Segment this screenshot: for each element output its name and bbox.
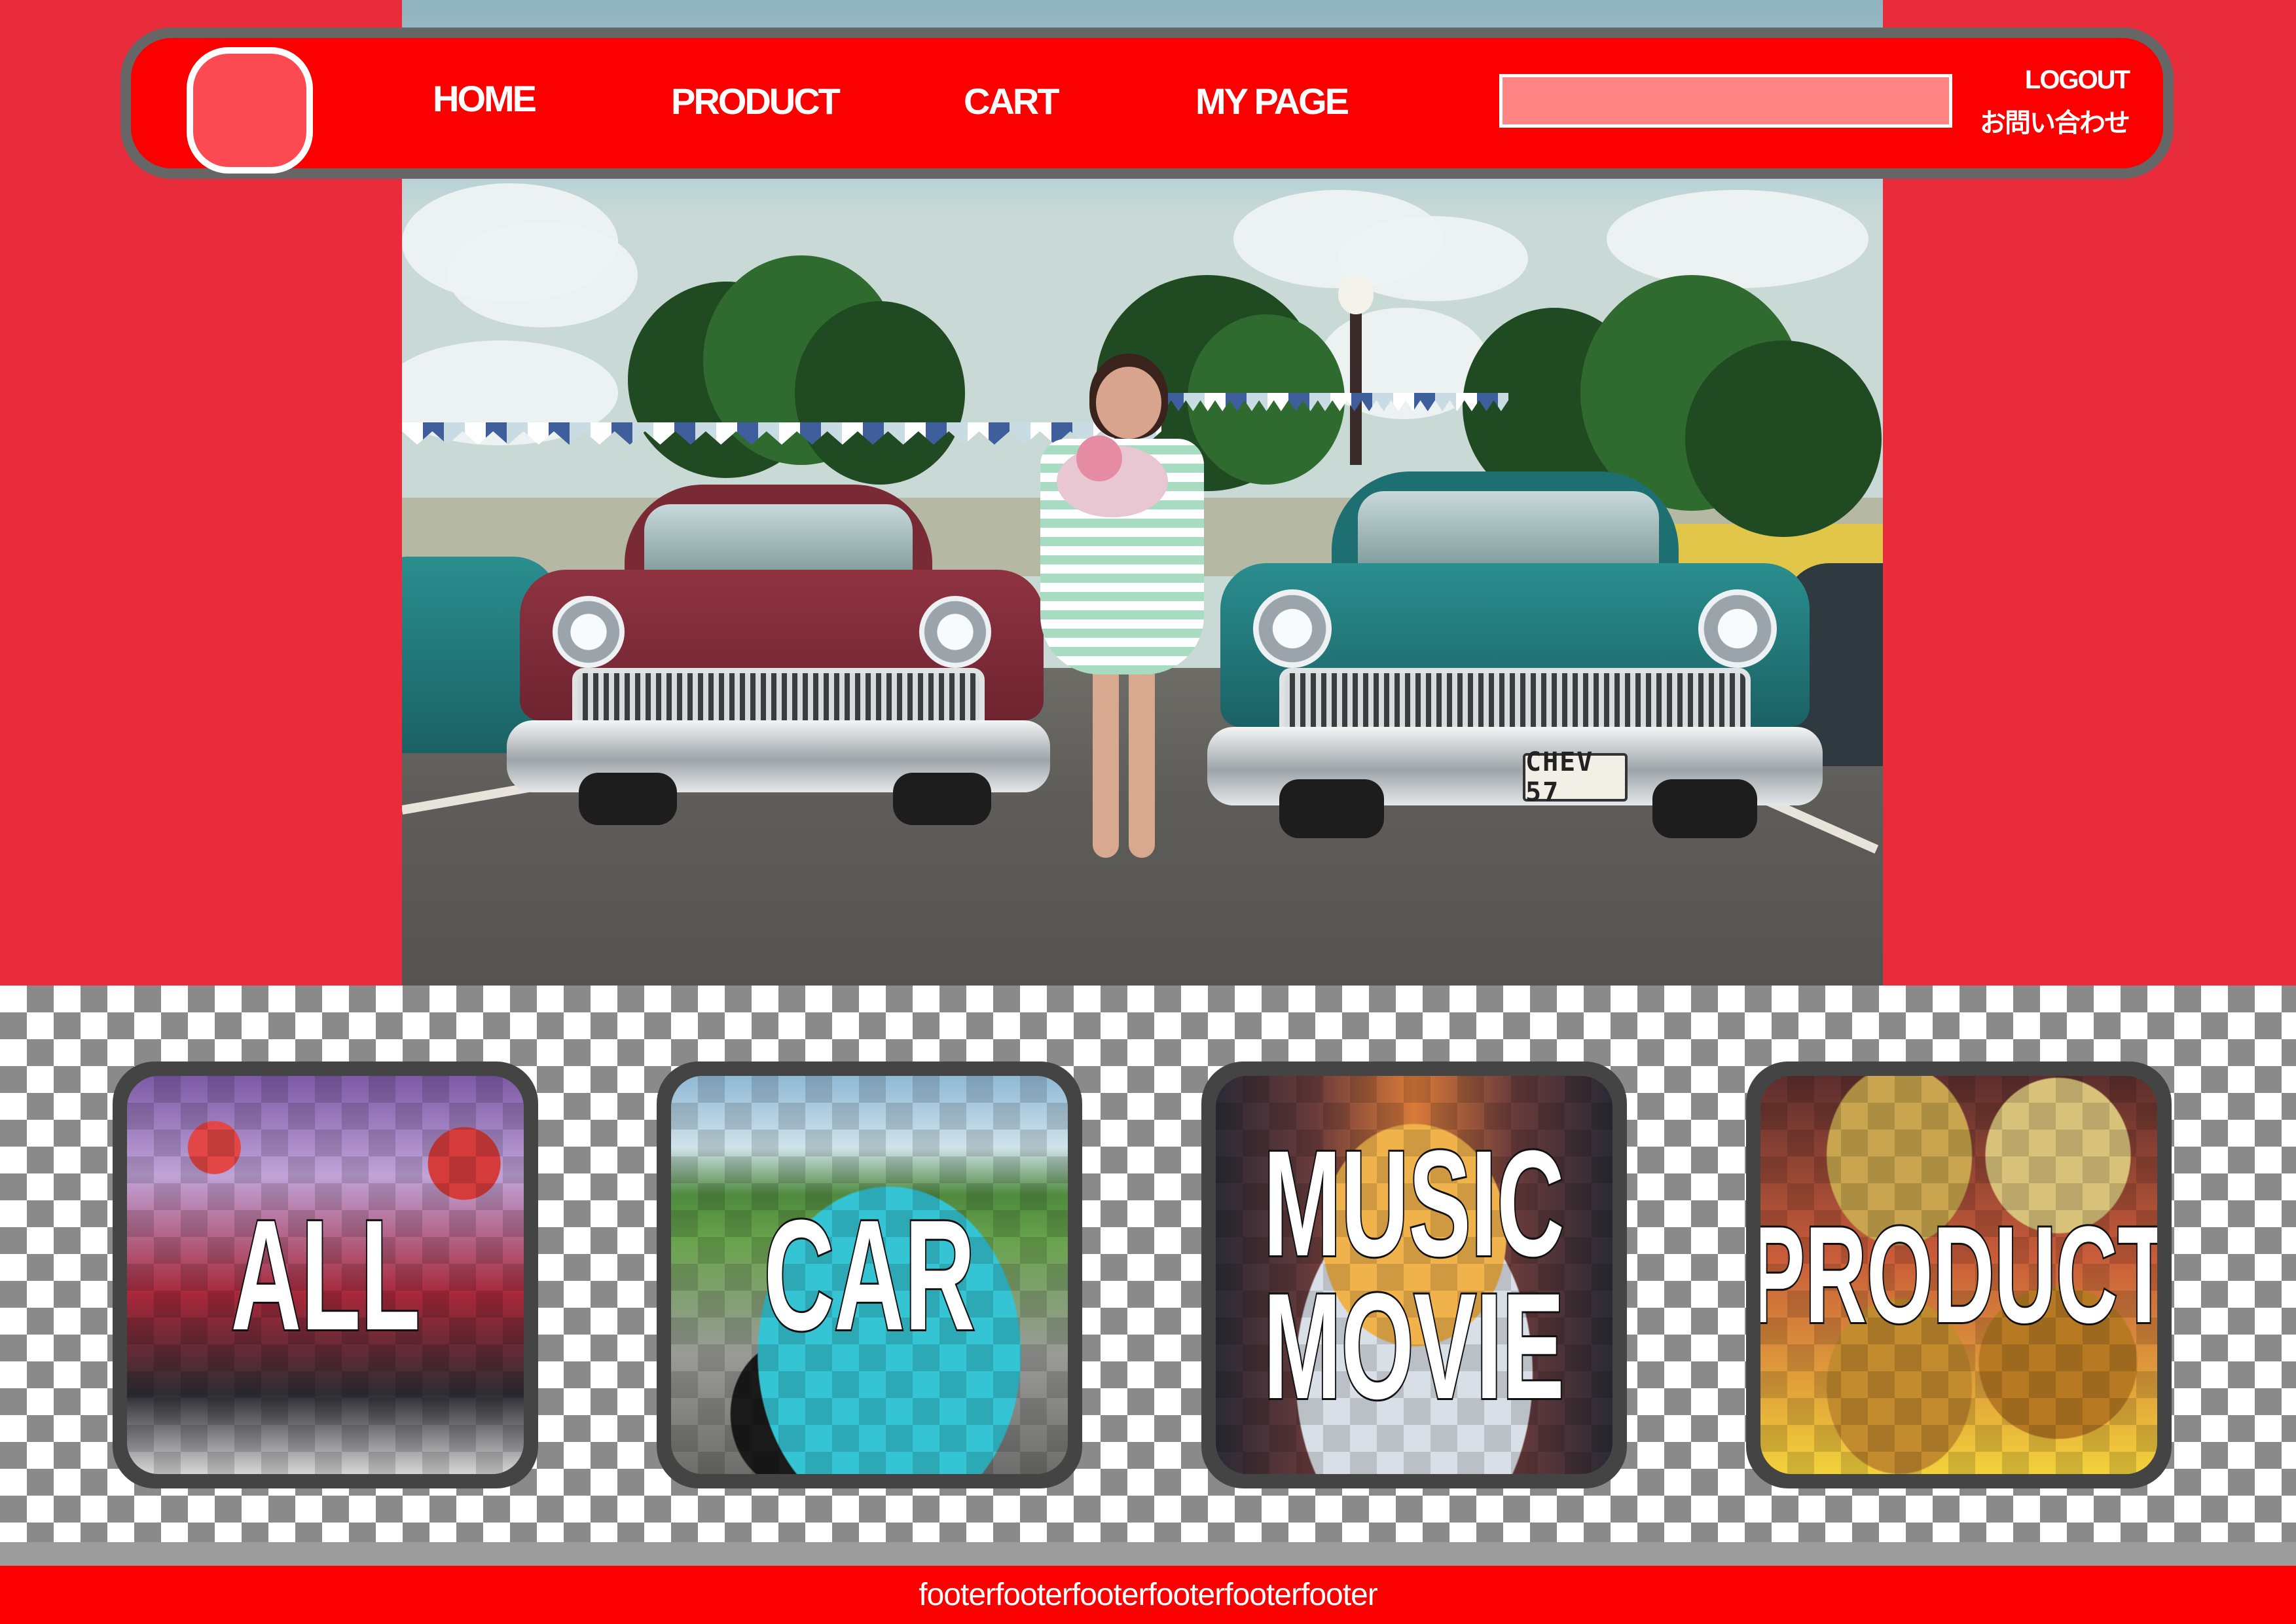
category-image-music-movie: MUSIC MOVIE <box>1216 1076 1613 1474</box>
category-label-car: CAR <box>763 1187 976 1363</box>
category-card-all[interactable]: ALL <box>113 1061 538 1488</box>
category-section: ALL CAR MUSIC MOVIE PRODUCT <box>0 986 2296 1542</box>
site-logo[interactable] <box>187 47 313 174</box>
nav-product[interactable]: PRODUCT <box>671 80 841 122</box>
category-card-car[interactable]: CAR <box>657 1061 1082 1488</box>
category-label-all: ALL <box>230 1187 422 1363</box>
category-image-car: CAR <box>671 1076 1068 1474</box>
category-label-product: PRODUCT <box>1760 1198 2157 1352</box>
nav-my-page[interactable]: MY PAGE <box>1195 80 1349 122</box>
category-image-product: PRODUCT <box>1760 1076 2157 1474</box>
contact-link[interactable]: お問い合わせ <box>1980 101 2130 139</box>
license-plate: CHEV 57 <box>1523 747 1628 807</box>
top-navbar: HOME PRODUCT CART MY PAGE LOGOUT お問い合わせ <box>120 28 2174 179</box>
nav-cart[interactable]: CART <box>964 80 1060 122</box>
footer: footerfooterfooterfooterfooterfooter <box>0 1566 2296 1624</box>
nav-home[interactable]: HOME <box>433 77 537 120</box>
category-card-music-movie[interactable]: MUSIC MOVIE <box>1201 1061 1627 1488</box>
search-input[interactable] <box>1499 74 1952 128</box>
category-card-product[interactable]: PRODUCT <box>1746 1061 2172 1488</box>
category-label-music-movie: MUSIC MOVIE <box>1262 1118 1565 1430</box>
logout-link[interactable]: LOGOUT <box>2025 65 2130 95</box>
footer-text: footerfooterfooterfooterfooterfooter <box>919 1578 1377 1612</box>
footer-divider <box>0 1542 2296 1566</box>
category-image-all: ALL <box>127 1076 524 1474</box>
